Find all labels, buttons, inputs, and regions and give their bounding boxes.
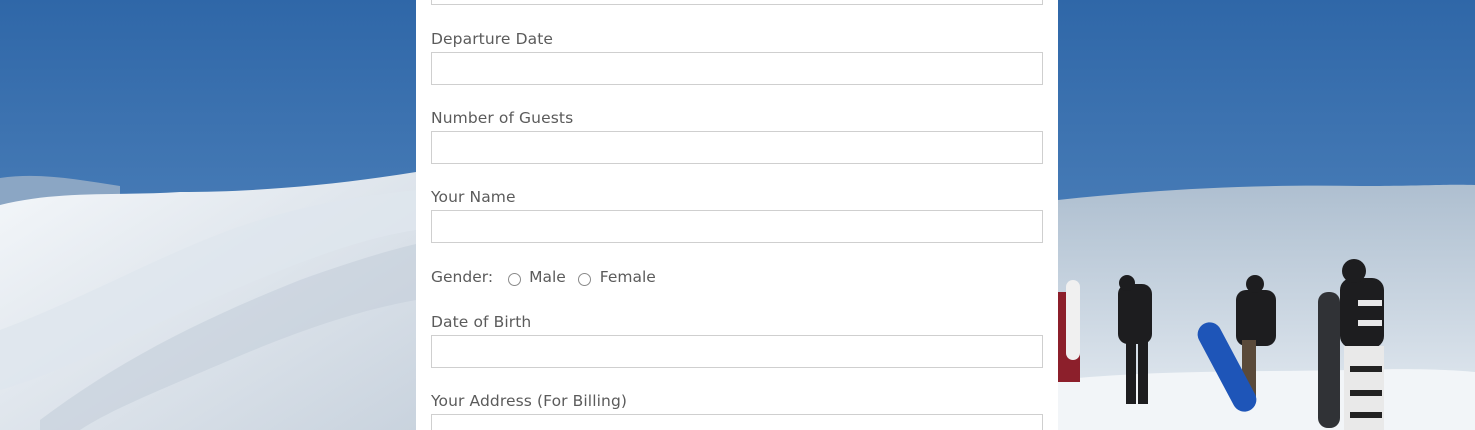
your-name-field[interactable] — [431, 210, 1043, 243]
date-of-birth-label: Date of Birth — [431, 313, 532, 331]
number-of-guests-field[interactable] — [431, 131, 1043, 164]
departure-date-field[interactable] — [431, 52, 1043, 85]
billing-address-label: Your Address (For Billing) — [431, 392, 628, 410]
female-radio-icon[interactable] — [577, 272, 591, 286]
booking-form: Departure Date Number of Guests Your Nam… — [416, 0, 1058, 430]
male-radio-icon[interactable] — [508, 272, 522, 286]
billing-address-field[interactable] — [431, 414, 1043, 430]
departure-date-label: Departure Date — [431, 30, 554, 48]
gender-row: Gender: Male Female — [431, 266, 656, 288]
your-name-label: Your Name — [431, 188, 516, 206]
number-of-guests-label: Number of Guests — [431, 109, 574, 127]
male-option-label[interactable]: Male — [529, 268, 566, 286]
gender-label: Gender: — [431, 268, 494, 286]
top-partial-field[interactable] — [431, 0, 1043, 5]
date-of-birth-field[interactable] — [431, 335, 1043, 368]
female-option-label[interactable]: Female — [600, 268, 656, 286]
